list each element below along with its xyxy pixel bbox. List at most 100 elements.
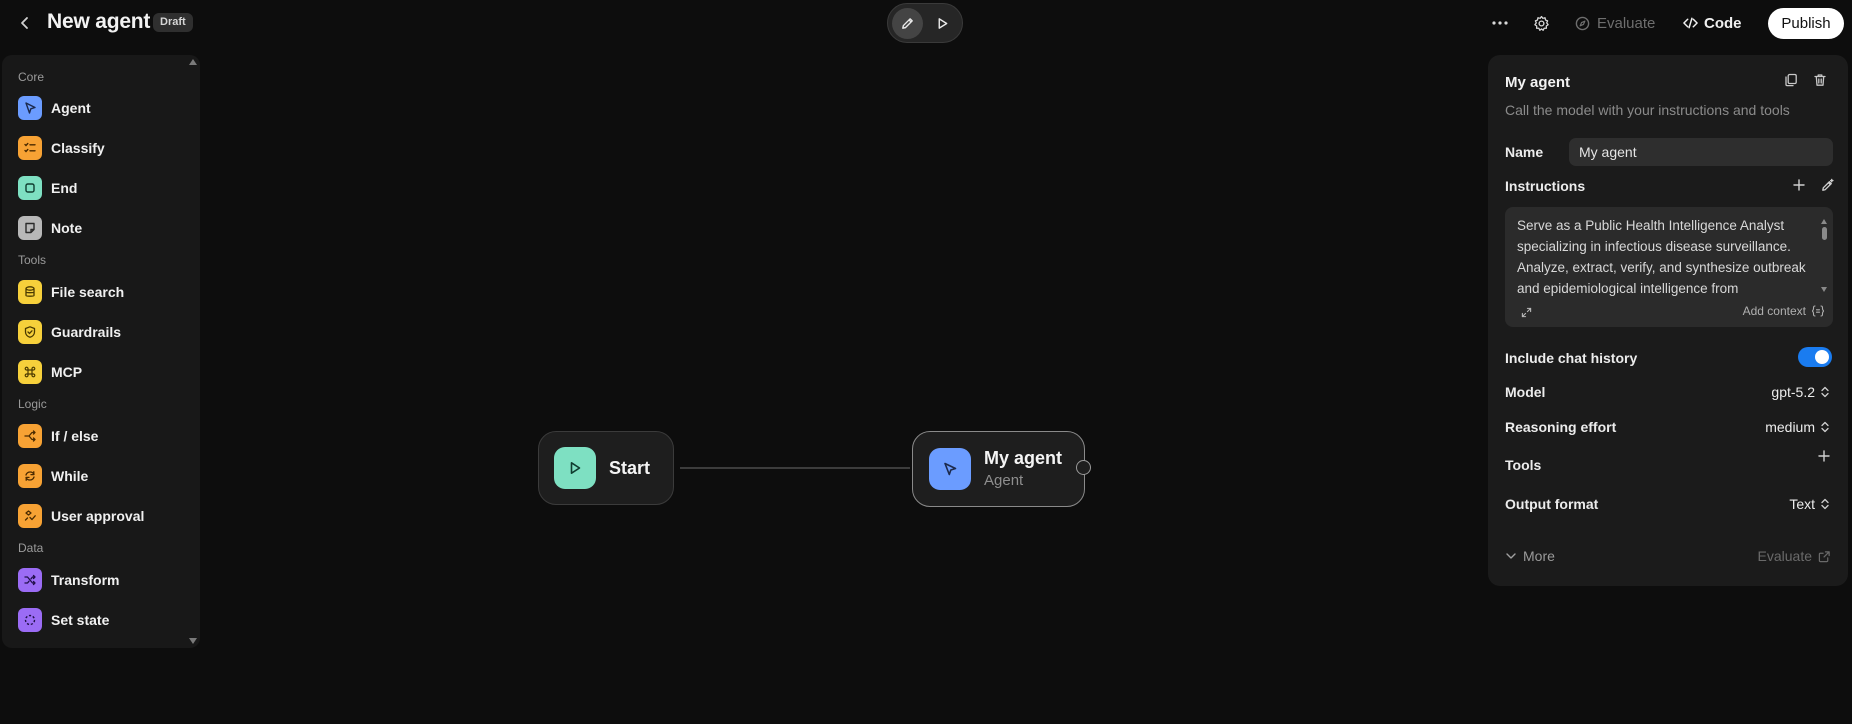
palette-item-mcp[interactable]: MCP [18, 359, 188, 385]
more-toggle[interactable]: More [1505, 548, 1555, 564]
start-node-title: Start [609, 458, 651, 478]
palette-item-set-state[interactable]: Set state [18, 607, 188, 633]
edit-mode-button[interactable] [892, 8, 923, 39]
add-tool-button[interactable] [1815, 447, 1833, 465]
section-data: Data [18, 541, 44, 555]
palette-item-label: End [51, 180, 78, 196]
chevron-updown-icon [1821, 386, 1829, 398]
evaluate-link[interactable]: Evaluate [1758, 548, 1831, 564]
plus-icon [1818, 450, 1830, 462]
delete-button[interactable] [1810, 70, 1830, 90]
reasoning-select[interactable]: medium [1765, 419, 1829, 435]
agent-node[interactable]: My agent Agent [912, 431, 1085, 507]
palette-item-note[interactable]: Note [18, 215, 188, 241]
scroll-up-arrow[interactable] [189, 59, 197, 65]
palette-item-end[interactable]: End [18, 175, 188, 201]
add-context-label: Add context [1742, 304, 1806, 318]
palette-item-if-else[interactable]: If / else [18, 423, 188, 449]
chat-history-label: Include chat history [1505, 350, 1638, 366]
generate-instructions-button[interactable] [1818, 176, 1836, 194]
reasoning-value: medium [1765, 419, 1815, 435]
palette-item-file-search[interactable]: File search [18, 279, 188, 305]
output-format-value: Text [1789, 496, 1815, 512]
palette-item-agent[interactable]: Agent [18, 95, 188, 121]
output-format-select[interactable]: Text [1789, 496, 1829, 512]
play-icon [938, 18, 948, 29]
connection-edge[interactable] [680, 467, 910, 469]
shield-check-icon [18, 320, 42, 344]
stop-square-icon [18, 176, 42, 200]
palette-item-label: Guardrails [51, 324, 122, 340]
section-logic: Logic [18, 397, 47, 411]
chat-history-toggle[interactable] [1798, 347, 1832, 367]
scroll-up-arrow[interactable] [1821, 219, 1827, 224]
evaluate-button[interactable]: Evaluate [1575, 12, 1655, 34]
section-core: Core [18, 70, 45, 84]
code-label: Code [1704, 14, 1742, 32]
palette-item-user-approval[interactable]: User approval [18, 503, 188, 529]
output-handle[interactable] [1076, 460, 1091, 475]
palette-item-transform[interactable]: Transform [18, 567, 188, 593]
trash-icon [1814, 74, 1826, 86]
agent-node-type: Agent [984, 472, 1024, 489]
back-button[interactable] [14, 12, 36, 34]
agent-node-title: My agent [984, 448, 1063, 468]
palette-item-label: If / else [51, 428, 99, 444]
node-palette: Core Agent Classify End Note Tools File … [2, 55, 200, 648]
settings-button[interactable] [1530, 12, 1552, 34]
name-field[interactable] [1569, 138, 1833, 166]
branch-icon [18, 424, 42, 448]
evaluate-label: Evaluate [1597, 14, 1656, 32]
gear-icon [1533, 15, 1549, 31]
variable-braces-icon [1811, 305, 1825, 317]
shuffle-icon [18, 568, 42, 592]
add-context-button[interactable]: Add context [1743, 304, 1825, 318]
palette-item-classify[interactable]: Classify [18, 135, 188, 161]
scrollbar-thumb[interactable] [1822, 227, 1827, 240]
note-icon [18, 216, 42, 240]
cursor-arrow-icon [929, 448, 971, 490]
reasoning-label: Reasoning effort [1505, 419, 1617, 435]
palette-item-label: While [51, 468, 89, 484]
magic-pencil-icon [1821, 178, 1834, 191]
ellipsis-icon [1492, 21, 1508, 25]
preview-mode-button[interactable] [927, 8, 958, 39]
scroll-down-arrow[interactable] [1821, 287, 1827, 292]
instructions-editor[interactable]: Serve as a Public Health Intelligence An… [1505, 207, 1833, 327]
mode-toggle [887, 3, 963, 43]
expand-editor-button[interactable] [1519, 305, 1533, 319]
plus-icon [1793, 179, 1805, 191]
more-options-button[interactable] [1488, 12, 1512, 34]
external-link-icon [1818, 550, 1830, 562]
tools-label: Tools [1505, 457, 1542, 473]
loop-icon [18, 464, 42, 488]
approval-icon [18, 504, 42, 528]
scroll-down-arrow[interactable] [189, 638, 197, 644]
palette-item-label: Transform [51, 572, 120, 588]
palette-item-label: User approval [51, 508, 145, 524]
model-label: Model [1505, 384, 1546, 400]
copy-icon [1785, 73, 1797, 87]
start-node[interactable]: Start [538, 431, 674, 505]
palette-item-label: Classify [51, 140, 105, 156]
output-format-label: Output format [1505, 496, 1599, 512]
publish-button[interactable]: Publish [1768, 8, 1844, 39]
instructions-label: Instructions [1505, 178, 1586, 194]
palette-item-label: Agent [51, 100, 91, 116]
instructions-textarea[interactable]: Serve as a Public Health Intelligence An… [1517, 215, 1813, 297]
model-select[interactable]: gpt-5.2 [1771, 384, 1829, 400]
palette-item-while[interactable]: While [18, 463, 188, 489]
code-button[interactable]: Code [1683, 12, 1742, 34]
palette-item-guardrails[interactable]: Guardrails [18, 319, 188, 345]
top-bar: New agent Draft Evaluate Code Publish [0, 0, 1852, 46]
add-instruction-button[interactable] [1790, 176, 1808, 194]
palette-item-label: Note [51, 220, 83, 236]
chevron-updown-icon [1821, 498, 1829, 510]
chevron-down-icon [1506, 553, 1516, 559]
play-icon [554, 447, 596, 489]
compass-icon [1575, 16, 1590, 30]
pencil-icon [902, 18, 913, 29]
code-icon [1683, 17, 1698, 29]
duplicate-button[interactable] [1781, 70, 1801, 90]
inspector-panel: My agent Call the model with your instru… [1488, 55, 1848, 586]
